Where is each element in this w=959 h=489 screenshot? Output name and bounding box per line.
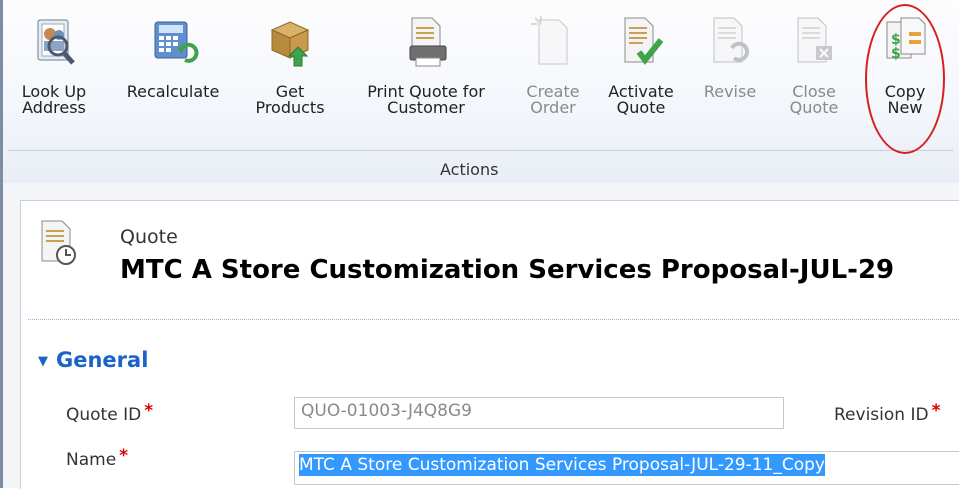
window-left-edge <box>0 0 3 488</box>
section-collapse-icon[interactable]: ▼ <box>38 354 48 369</box>
quote-id-label-text: Quote ID <box>66 405 142 425</box>
ribbon-group-label: Actions <box>440 160 499 179</box>
required-marker: * <box>931 401 941 421</box>
new-document-icon <box>527 14 579 70</box>
name-value-selected: MTC A Store Customization Services Propo… <box>299 454 825 476</box>
quote-entity-icon <box>36 219 80 267</box>
entity-type-label: Quote <box>120 226 178 248</box>
printer-document-icon <box>400 14 452 70</box>
highlight-circle <box>865 4 945 154</box>
revision-id-label-text: Revision ID <box>834 405 929 425</box>
quote-id-field[interactable]: QUO-01003-J4Q8G9 <box>294 397 784 429</box>
look-up-address-button[interactable]: Look Up Address <box>16 14 92 116</box>
create-order-button[interactable]: Create Order <box>518 14 588 116</box>
header-divider <box>28 319 959 320</box>
address-book-magnifier-icon <box>28 14 80 70</box>
close-quote-label: Close Quote <box>789 82 839 117</box>
section-title: General <box>56 348 149 372</box>
revision-id-label: Revision ID * <box>834 401 940 425</box>
look-up-address-label: Look Up Address <box>21 82 87 117</box>
calculator-refresh-icon <box>147 14 199 70</box>
create-order-label: Create Order <box>526 82 580 117</box>
required-marker: * <box>119 446 129 466</box>
recalculate-button[interactable]: Recalculate <box>114 14 232 100</box>
document-revise-icon <box>704 14 756 70</box>
get-products-label: Get Products <box>255 82 325 117</box>
name-label-text: Name <box>66 450 117 470</box>
record-title: MTC A Store Customization Services Propo… <box>120 255 895 285</box>
section-general-header[interactable]: ▼ General <box>38 348 148 372</box>
revise-label: Revise <box>703 82 757 101</box>
close-quote-button[interactable]: Close Quote <box>778 14 850 116</box>
quote-id-value: QUO-01003-J4Q8G9 <box>301 401 472 421</box>
get-products-button[interactable]: Get Products <box>244 14 336 116</box>
name-field[interactable]: MTC A Store Customization Services Propo… <box>294 451 959 485</box>
document-checkmark-icon <box>615 14 667 70</box>
recalculate-label: Recalculate <box>126 82 220 101</box>
box-arrow-icon <box>264 14 316 70</box>
activate-quote-button[interactable]: Activate Quote <box>596 14 686 116</box>
print-quote-button[interactable]: Print Quote for Customer <box>344 14 508 116</box>
required-marker: * <box>144 401 154 421</box>
revise-button[interactable]: Revise <box>694 14 766 100</box>
ribbon-group-separator <box>8 150 953 151</box>
name-label: Name * <box>66 446 128 470</box>
activate-quote-label: Activate Quote <box>608 82 674 117</box>
quote-id-label: Quote ID * <box>66 401 153 425</box>
print-quote-label: Print Quote for Customer <box>367 82 485 117</box>
document-close-icon <box>788 14 840 70</box>
